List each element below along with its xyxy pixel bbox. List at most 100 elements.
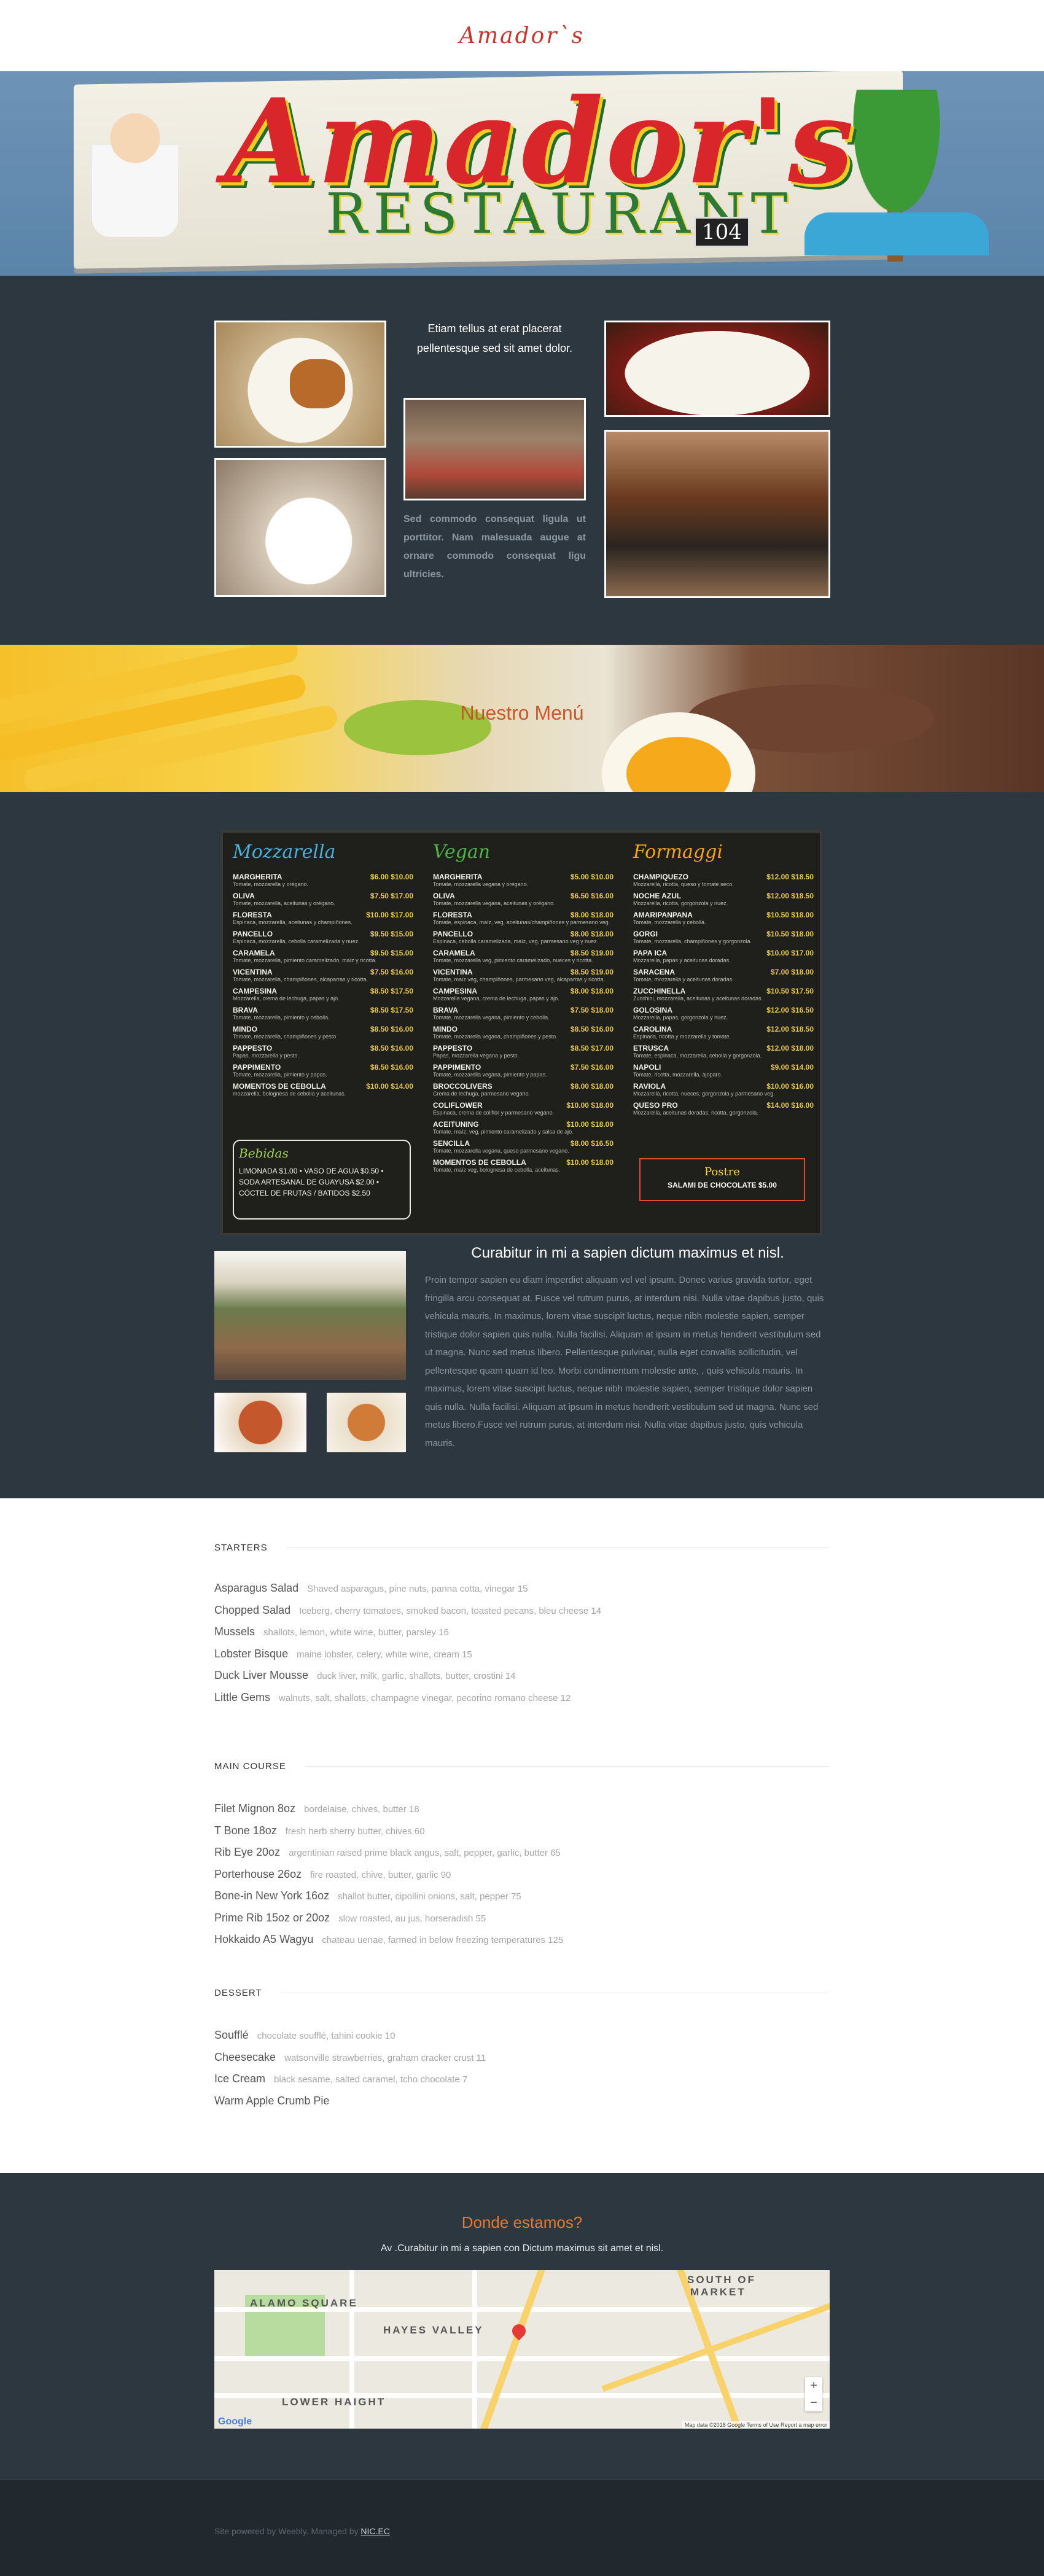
menu-board-image[interactable]: Mozzarella MARGHERITA $6.00 $10.00 Tomate,… (220, 830, 822, 1235)
menu-item: Chopped Salad Iceberg, cherry tomatoes, s… (214, 1600, 828, 1622)
menu-board-item-price: $8.00 $16.50 (570, 1139, 614, 1148)
menu-board-item-desc: Papas, mozzarella vegana y pesto. (433, 1053, 520, 1059)
menu-board-item: MINDO $8.50 $16.00 Tomate, mozzarella, cha… (233, 1025, 413, 1040)
menu-board-item: MARGHERITA $6.00 $10.00 Tomate, mozzarella… (233, 873, 413, 887)
site-footer: Site powered by Weebly. Managed by NIC.E… (0, 2479, 1044, 2576)
menu-board-item-name: PANCELLO (233, 930, 273, 938)
menu-photo-patio[interactable] (214, 1251, 406, 1380)
menu-item-name: Hokkaido A5 Wagyu (214, 1933, 314, 1945)
menu-board-item-name: MOMENTOS DE CEBOLLA (233, 1082, 326, 1091)
menu-board-item-price: $8.50 $17.50 (370, 1006, 413, 1014)
menu-board-item-title: ZUCCHINELLA $10.50 $17.50 (633, 987, 814, 995)
menu-board-item-title: PAPPIMENTO $8.50 $16.00 (233, 1063, 413, 1072)
menu-board-item-price: $7.50 $16.00 (370, 968, 413, 976)
menu-board-item-name: CAMPESINA (433, 987, 478, 995)
menu-item-desc: shallots, lemon, white wine, butter, par… (263, 1627, 449, 1638)
menu-board-item: MARGHERITA $5.00 $10.00 Tomate, mozzarella… (433, 873, 614, 887)
menu-board-item-title: PAPPESTO $8.50 $16.00 (233, 1044, 413, 1053)
menu-board-item-title: VICENTINA $7.50 $16.00 (233, 968, 413, 976)
menu-board-item-title: CHAMPIQUEZO $12.00 $18.50 (633, 873, 814, 881)
gallery-photo-rice-beans[interactable] (604, 321, 830, 417)
menu-item-name: Filet Mignon 8oz (214, 1802, 296, 1815)
map-road (472, 2270, 477, 2429)
menu-board-item-name: GOLOSINA (633, 1006, 673, 1014)
menu-board-item: FLORESTA $10.00 $17.00 Espinaca, mozzarell… (233, 911, 413, 925)
gallery-text-bottom: Sed commodo consequat ligula ut porttito… (403, 514, 586, 580)
menu-board-item-name: AMARIPANPANA (633, 911, 693, 919)
google-logo[interactable]: Google (218, 2416, 252, 2427)
menu-item-name: Duck Liver Mousse (214, 1669, 309, 1681)
menu-photo-dish-left[interactable] (214, 1393, 306, 1452)
menu-board-item: ACEITUNING $10.00 $18.00 Tomate, maíz, veg… (433, 1120, 614, 1135)
gallery-section: Etiam tellus at erat placerat pellentesq… (0, 276, 1044, 645)
map-attribution[interactable]: Map data ©2018 Google Terms of Use Repor… (682, 2421, 830, 2429)
gallery-photo-plate[interactable] (214, 321, 386, 448)
menu-board-item-price: $8.00 $18.00 (570, 930, 614, 938)
menu-board-item-title: FLORESTA $10.00 $17.00 (233, 911, 413, 919)
menu-board-item-price: $10.00 $18.00 (566, 1158, 614, 1167)
menu-board-item: SENCILLA $8.00 $16.50 Tomate, mozzarella v… (433, 1139, 614, 1154)
menu-board-item-title: NOCHE AZUL $12.00 $18.50 (633, 892, 814, 900)
postre-box: Postre SALAMI DE CHOCOLATE $5.00 (639, 1158, 805, 1201)
menu-item-name: Ice Cream (214, 2072, 266, 2085)
menu-board-item-name: ZUCCHINELLA (633, 987, 686, 995)
menu-board-item-name: FLORESTA (433, 911, 472, 919)
menu-item: Prime Rib 15oz or 20oz slow roasted, au j… (214, 1907, 828, 1929)
menu-board-item: PAPPESTO $8.50 $17.00 Papas, mozzarella ve… (433, 1044, 614, 1059)
menu-board-item-name: SENCILLA (433, 1139, 470, 1148)
sea-illustration (804, 212, 989, 255)
postre-item: SALAMI DE CHOCOLATE $5.00 (668, 1181, 777, 1189)
menu-board-item-price: $8.00 $18.00 (570, 911, 614, 919)
menu-board-item-price: $10.50 $17.50 (766, 987, 814, 995)
zoom-out-button[interactable]: − (805, 2394, 822, 2411)
menu-board-item: VICENTINA $7.50 $16.00 Tomate, mozzarella,… (233, 968, 413, 983)
menu-board-item-price: $10.50 $18.00 (766, 930, 814, 938)
menu-board-item-desc: Tomate, mozzarella vegana, champiñones y… (433, 1033, 558, 1040)
menu-board-item-desc: Tomate, mozzarella, champiñones y gorgon… (633, 938, 752, 944)
menu-category-main-course: MAIN COURSE Filet Mignon 8oz bordelaise, … (214, 1761, 828, 1951)
menu-board-item: ZUCCHINELLA $10.50 $17.50 Zucchini, mozzar… (633, 987, 814, 1002)
menu-board-item-title: ACEITUNING $10.00 $18.00 (433, 1120, 614, 1129)
menu-board-item: MOMENTOS DE CEBOLLA $10.00 $18.00 Tomate, … (433, 1158, 614, 1173)
menu-board-item: CAMPESINA $8.50 $17.50 Mozzarella, crema d… (233, 987, 413, 1002)
menu-item-name: Porterhouse 26oz (214, 1867, 302, 1880)
menu-board-item-price: $7.50 $16.00 (570, 1063, 614, 1072)
map-zoom-control[interactable]: + − (805, 2377, 822, 2411)
menu-item-desc: argentinian raised prime black angus, sa… (289, 1848, 561, 1858)
menu-board-item-title: OLIVA $6.50 $16.00 (433, 892, 614, 900)
zoom-in-button[interactable]: + (805, 2377, 822, 2394)
menu-board-item-desc: Tomate, mozzarella vegana, aceitunas y o… (433, 900, 555, 906)
menu-board-item: FLORESTA $8.00 $18.00 Tomate, espinaca, ma… (433, 911, 614, 925)
menu-board-item-price: $10.00 $14.00 (366, 1082, 413, 1091)
gallery-photo-diners[interactable] (403, 398, 586, 500)
menu-item: Asparagus Salad Shaved asparagus, pine nu… (214, 1578, 828, 1600)
gallery-photo-soup[interactable] (214, 458, 386, 597)
menu-board-item-name: BROCCOLIVERS (433, 1082, 493, 1091)
menu-item: Mussels shallots, lemon, white wine, butt… (214, 1621, 828, 1643)
menu-board-item-title: CAMPESINA $8.50 $17.50 (233, 987, 413, 995)
menu-item-desc: Iceberg, cherry tomatoes, smoked bacon, … (299, 1605, 602, 1616)
site-title-link[interactable]: Amador`s (459, 23, 585, 49)
menu-board-item-desc: Mozzarella, ricotta, queso y tomate seco… (633, 881, 734, 887)
map-highway (480, 2270, 545, 2429)
menu-board-item-price: $8.50 $17.00 (570, 1044, 614, 1053)
menu-board-item: CAMPESINA $8.00 $18.00 Mozzarella vegana, … (433, 987, 614, 1002)
menu-board-item-desc: Tomate, mozzarella, aceitunas y orégano. (233, 900, 335, 906)
menu-board-item-price: $9.00 $14.00 (770, 1063, 814, 1072)
menu-board-item: COLIFLOWER $10.00 $18.00 Espinaca, crema d… (433, 1101, 614, 1116)
menu-board-item-price: $5.00 $10.00 (570, 873, 614, 881)
menu-board-item: MOMENTOS DE CEBOLLA $10.00 $14.00 mozzarel… (233, 1082, 413, 1097)
menu-board-item-price: $8.50 $16.00 (570, 1025, 614, 1033)
menu-board-item: CAROLINA $12.00 $18.50 Espinaca, ricotta y… (633, 1025, 814, 1040)
menu-photo-dish-right[interactable] (327, 1393, 406, 1452)
menu-board-item-price: $12.00 $18.00 (766, 1044, 814, 1053)
menu-board-item-title: OLIVA $7.50 $17.00 (233, 892, 413, 900)
menu-board-item-name: PAPPESTO (433, 1044, 473, 1053)
google-map[interactable]: ALAMO SQUARE HAYES VALLEY LOWER HAIGHT S… (214, 2270, 830, 2429)
footer-text: Site powered by Weebly. Managed by NIC.E… (214, 2526, 390, 2536)
gallery-photo-interior[interactable] (604, 430, 830, 598)
menu-board-item-title: BROCCOLIVERS $8.00 $18.00 (433, 1082, 614, 1091)
menu-item-desc: maine lobster, celery, white wine, cream… (297, 1649, 472, 1660)
menu-board-item-title: COLIFLOWER $10.00 $18.00 (433, 1101, 614, 1110)
footer-link[interactable]: NIC.EC (360, 2526, 389, 2536)
